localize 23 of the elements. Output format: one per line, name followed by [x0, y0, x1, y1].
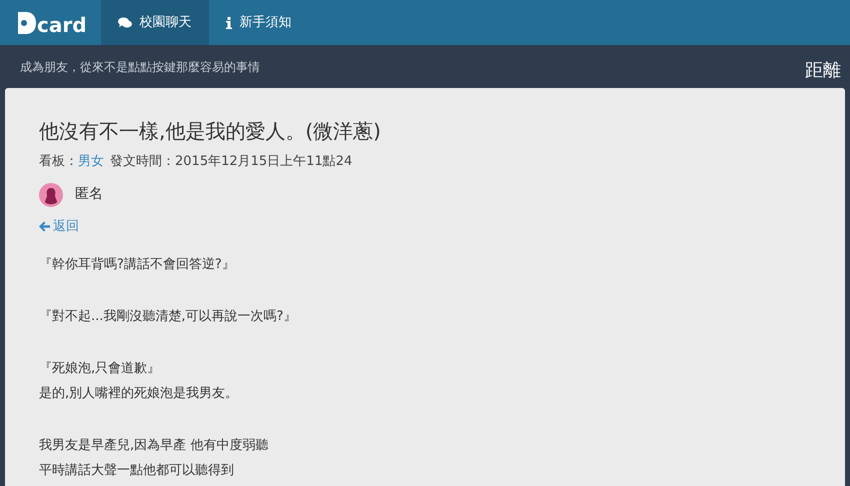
back-link[interactable]: 返回 — [39, 216, 79, 236]
chat-bubbles-icon — [118, 16, 132, 28]
countdown-text: 距離 — [805, 59, 842, 83]
body-text: 平時講話大聲一點他都可以聽得到 — [39, 462, 234, 480]
post-time: 發文時間：2015年12月15日上午11點24 — [110, 153, 352, 171]
post-title: 他沒有不一樣,他是我的愛人。(微洋蔥) — [39, 118, 382, 144]
author-name: 匿名 — [75, 185, 103, 204]
body-text: 是的,別人嘴裡的死娘泡是我男友。 — [39, 385, 238, 403]
tagline: 成為朋友，從來不是點點按鍵那麼容易的事情 — [20, 58, 260, 76]
body-text: 『對不起...我剛沒聽清楚,可以再說一次嗎?』 — [39, 308, 296, 326]
body-text: 『幹你耳背嗎?講話不會回答逆?』 — [39, 256, 235, 274]
board-link[interactable]: 男女 — [78, 152, 104, 172]
body-text: 我男友是早產兒,因為早產 他有中度弱聽 — [39, 437, 268, 455]
logo-mark-icon — [18, 12, 36, 34]
nav-tab[interactable]: 新手須知 — [208, 0, 309, 45]
logo-text: card — [37, 14, 87, 34]
board-label: 看板： — [39, 153, 78, 171]
nav-tab[interactable]: 校園聊天 — [100, 0, 209, 45]
logo[interactable]: card — [18, 0, 87, 45]
avatar-icon — [39, 182, 63, 206]
body-text: 『死娘泡,只會道歉』 — [39, 360, 160, 378]
info-icon — [226, 16, 232, 28]
left-arrow-icon — [39, 220, 50, 232]
